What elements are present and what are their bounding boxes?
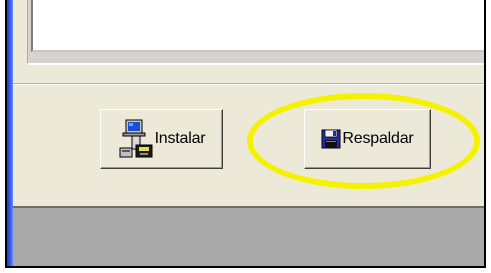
floppy-disk-icon bbox=[321, 129, 341, 149]
install-button-label: Instalar bbox=[154, 130, 206, 147]
install-button[interactable]: Instalar bbox=[100, 109, 223, 169]
dialog-bottom-edge bbox=[13, 206, 484, 208]
backup-button[interactable]: Respaldar bbox=[304, 109, 431, 169]
dialog-window: Instalar Respaldar bbox=[13, 0, 484, 206]
computer-install-icon bbox=[118, 119, 154, 159]
screenshot-frame: Instalar Respaldar bbox=[5, 0, 486, 268]
separator-line-highlight bbox=[13, 84, 484, 85]
log-text-area[interactable] bbox=[31, 0, 484, 52]
backup-button-label: Respaldar bbox=[342, 130, 414, 147]
